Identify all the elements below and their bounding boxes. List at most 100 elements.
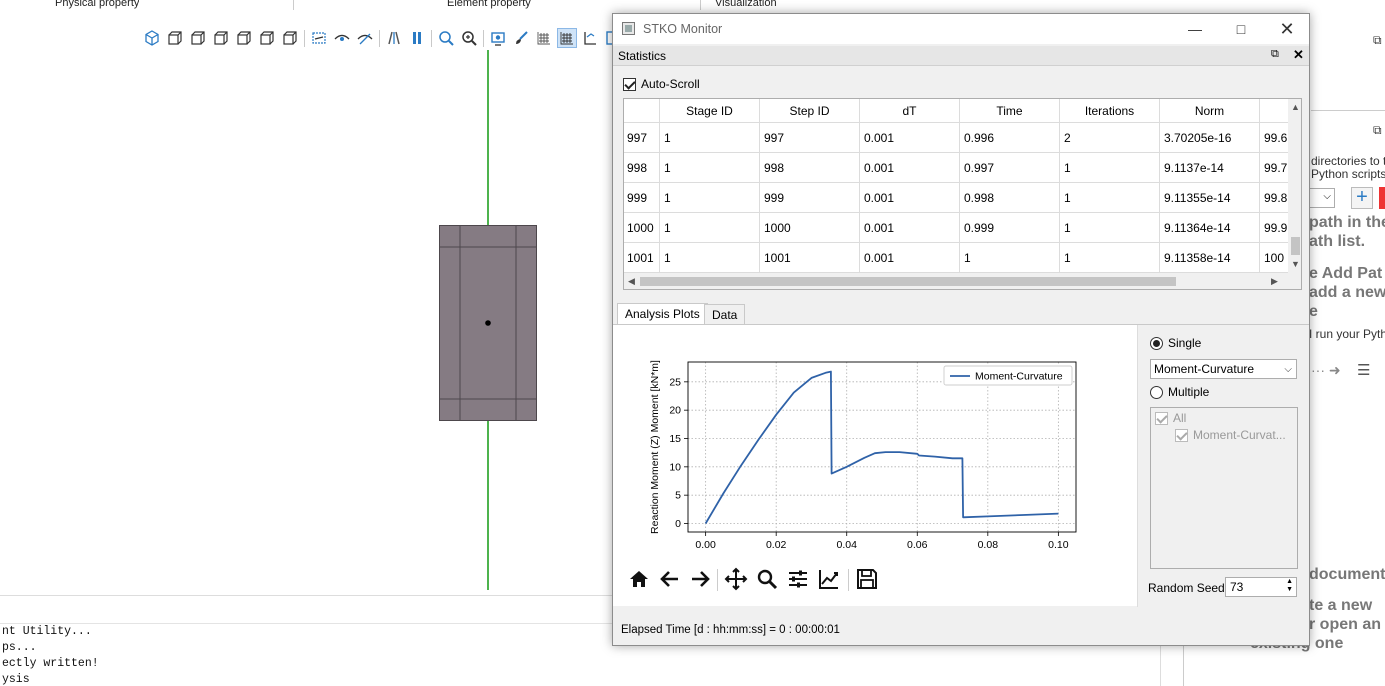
save-figure-icon[interactable]: [855, 567, 881, 593]
zoom-rect-icon[interactable]: [755, 567, 781, 593]
table-cell[interactable]: 3.70205e-16: [1160, 123, 1260, 153]
zoom-fit-icon[interactable]: [437, 29, 455, 47]
table-cell[interactable]: 1000: [760, 213, 860, 243]
series-combo[interactable]: Moment-Curvature ⌵: [1150, 359, 1297, 379]
path-combo[interactable]: ⌵: [1309, 188, 1335, 208]
table-cell[interactable]: 1001: [760, 243, 860, 273]
table-cell[interactable]: 1: [1060, 243, 1160, 273]
table-cell[interactable]: 99.6: [1260, 123, 1290, 153]
table-cell[interactable]: 1: [660, 183, 760, 213]
remove-path-button[interactable]: [1379, 187, 1385, 209]
series-tree[interactable]: All Moment-Curvat...: [1150, 407, 1298, 569]
bottom-view-icon[interactable]: [281, 29, 299, 47]
row-header[interactable]: 998: [624, 153, 660, 183]
table-cell[interactable]: 997: [760, 123, 860, 153]
table-cell[interactable]: 9.11364e-14: [1160, 213, 1260, 243]
row-header[interactable]: 1001: [624, 243, 660, 273]
table-cell[interactable]: 1: [1060, 213, 1160, 243]
tab-element-property[interactable]: Element property: [447, 0, 531, 10]
table-cell[interactable]: 9.1137e-14: [1160, 153, 1260, 183]
scroll-thumb[interactable]: [1291, 237, 1300, 255]
column-header[interactable]: Time: [960, 99, 1060, 123]
table-cell[interactable]: 1: [660, 213, 760, 243]
table-cell[interactable]: 1: [660, 243, 760, 273]
table-cell[interactable]: 0.001: [860, 153, 960, 183]
table-cell[interactable]: 9.11355e-14: [1160, 183, 1260, 213]
back-view-icon[interactable]: [189, 29, 207, 47]
list-icon[interactable]: ☰: [1357, 361, 1370, 379]
column-header[interactable]: Iterations: [1060, 99, 1160, 123]
show-eye-icon[interactable]: [333, 29, 351, 47]
add-path-button[interactable]: +: [1351, 187, 1373, 209]
scroll-right-icon[interactable]: ▶: [1271, 276, 1278, 287]
float-icon[interactable]: ⧉: [1373, 33, 1382, 48]
float-dock-icon[interactable]: ⧉: [1271, 48, 1279, 61]
hide-eye-icon[interactable]: [356, 29, 374, 47]
parallel-icon[interactable]: [408, 29, 426, 47]
axes-icon[interactable]: [581, 29, 599, 47]
column-header[interactable]: Norm: [1160, 99, 1260, 123]
scroll-up-icon[interactable]: ▲: [1291, 102, 1300, 112]
perspective-icon[interactable]: [385, 29, 403, 47]
brush-icon[interactable]: [512, 29, 530, 47]
table-cell[interactable]: 9.11358e-14: [1160, 243, 1260, 273]
scroll-down-icon[interactable]: ▼: [1291, 259, 1300, 269]
table-cell[interactable]: 2: [1060, 123, 1160, 153]
front-view-icon[interactable]: [166, 29, 184, 47]
table-cell[interactable]: 1: [1060, 183, 1160, 213]
spin-arrows-icon[interactable]: ▲ ▼: [1286, 578, 1293, 594]
horizontal-scrollbar[interactable]: ◀ ▶: [624, 273, 1301, 289]
table-cell[interactable]: 0.001: [860, 123, 960, 153]
table-cell[interactable]: 99.9: [1260, 213, 1290, 243]
tab-visualization[interactable]: Visualization: [715, 0, 777, 10]
zoom-icon[interactable]: [460, 29, 478, 47]
table-cell[interactable]: 0.001: [860, 183, 960, 213]
table-cell[interactable]: 999: [760, 183, 860, 213]
grid-toggle-icon[interactable]: [557, 28, 577, 48]
auto-scroll-checkbox[interactable]: [623, 78, 636, 91]
table-cell[interactable]: 0.999: [960, 213, 1060, 243]
back-arrow-icon[interactable]: [658, 567, 684, 593]
random-seed-spinbox[interactable]: 73 ▲ ▼: [1225, 577, 1297, 597]
table-cell[interactable]: 99.8: [1260, 183, 1290, 213]
tab-physical-property[interactable]: Physical property: [55, 0, 139, 10]
configure-subplots-icon[interactable]: [786, 567, 812, 593]
column-header[interactable]: [1260, 99, 1290, 123]
table-cell[interactable]: 0.996: [960, 123, 1060, 153]
maximize-button[interactable]: □: [1218, 14, 1264, 44]
single-radio[interactable]: [1150, 337, 1163, 350]
top-view-icon[interactable]: [258, 29, 276, 47]
table-cell[interactable]: 99.7: [1260, 153, 1290, 183]
more-icon[interactable]: ··· ➜: [1311, 362, 1341, 379]
column-header[interactable]: Step ID: [760, 99, 860, 123]
title-bar[interactable]: STKO Monitor — □ ✕: [613, 14, 1309, 44]
table-cell[interactable]: 1: [960, 243, 1060, 273]
column-header[interactable]: Stage ID: [660, 99, 760, 123]
table-cell[interactable]: 0.998: [960, 183, 1060, 213]
statistics-table[interactable]: Stage ID Step ID dT Time Iterations Norm…: [623, 98, 1302, 290]
scroll-thumb[interactable]: [640, 277, 1176, 286]
home-icon[interactable]: [627, 567, 653, 593]
scroll-left-icon[interactable]: ◀: [628, 276, 635, 287]
float-icon[interactable]: ⧉: [1373, 123, 1382, 138]
row-header[interactable]: 997: [624, 123, 660, 153]
table-cell[interactable]: 1: [660, 153, 760, 183]
edit-axes-icon[interactable]: [817, 567, 843, 593]
fit-frame-icon[interactable]: [310, 29, 328, 47]
row-header[interactable]: 1000: [624, 213, 660, 243]
forward-arrow-icon[interactable]: [688, 567, 714, 593]
tab-data[interactable]: Data: [704, 304, 746, 325]
table-cell[interactable]: 0.001: [860, 243, 960, 273]
series-checkbox[interactable]: [1175, 429, 1188, 442]
table-cell[interactable]: 1: [1060, 153, 1160, 183]
table-cell[interactable]: 1: [660, 123, 760, 153]
iso-view-icon[interactable]: [143, 29, 161, 47]
vertical-scrollbar[interactable]: ▲ ▼: [1288, 99, 1301, 273]
minimize-button[interactable]: —: [1172, 14, 1218, 44]
table-cell[interactable]: 0.001: [860, 213, 960, 243]
close-button[interactable]: ✕: [1264, 14, 1310, 44]
tab-analysis-plots[interactable]: Analysis Plots: [617, 303, 708, 325]
right-view-icon[interactable]: [235, 29, 253, 47]
pan-move-icon[interactable]: [724, 567, 750, 593]
column-header[interactable]: dT: [860, 99, 960, 123]
